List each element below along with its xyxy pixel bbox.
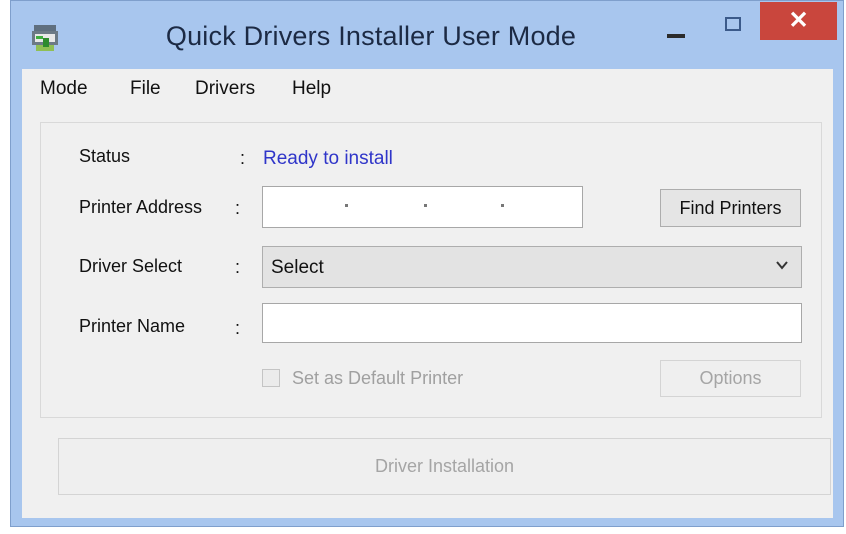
driver-select-dropdown[interactable]: Select [262,246,802,288]
printer-address-input[interactable] [262,186,583,228]
driver-select-label: Driver Select [79,256,183,276]
driver-select-colon: : [235,257,241,277]
chevron-down-icon [775,258,789,277]
title-bar[interactable]: Quick Drivers Installer User Mode ✕ [11,1,843,69]
close-icon: ✕ [788,7,809,34]
driver-select-value: Select [271,257,324,278]
status-value: Ready to install [263,148,393,169]
close-button[interactable]: ✕ [760,2,837,40]
printer-name-input[interactable] [262,303,802,343]
minimize-button[interactable] [667,25,687,39]
default-printer-checkbox[interactable] [262,369,280,387]
maximize-button[interactable] [725,17,741,31]
status-colon: : [240,148,246,168]
menu-file[interactable]: File [130,78,161,100]
ip-separator [501,204,504,207]
printer-name-colon: : [235,318,241,338]
client-area: Mode File Drivers Help Status : Ready to… [22,69,833,518]
ip-separator [345,204,348,207]
menu-help[interactable]: Help [292,78,331,100]
menu-bar: Mode File Drivers Help [22,69,833,109]
main-window: Quick Drivers Installer User Mode ✕ Mode… [10,0,844,527]
menu-mode[interactable]: Mode [40,78,88,100]
printer-name-label: Printer Name [79,316,186,336]
ip-separator [424,204,427,207]
printer-address-label: Printer Address [79,197,203,217]
status-label: Status [79,146,131,166]
window-title: Quick Drivers Installer User Mode [165,21,577,51]
find-printers-button[interactable]: Find Printers [660,189,801,227]
printer-address-colon: : [235,198,241,218]
menu-drivers[interactable]: Drivers [195,78,255,100]
options-button[interactable]: Options [660,360,801,397]
default-printer-label: Set as Default Printer [292,368,464,388]
driver-installation-button[interactable]: Driver Installation [58,438,831,495]
